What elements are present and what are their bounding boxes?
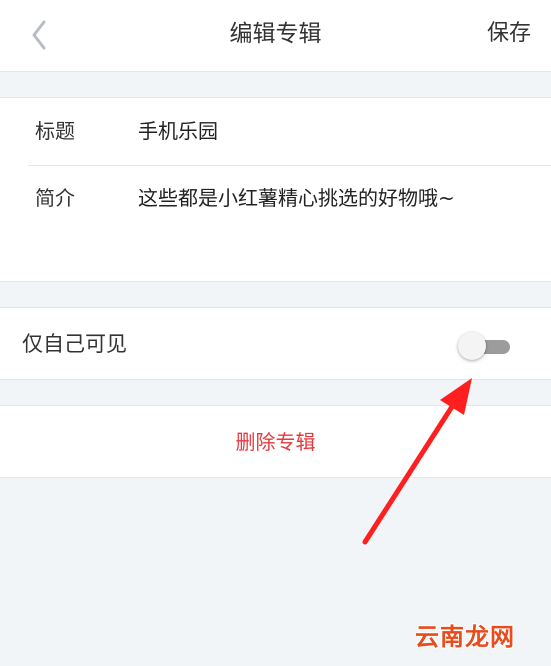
delete-row: 删除专辑 [0,405,551,478]
page-title: 编辑专辑 [229,21,322,47]
title-field[interactable]: 手机乐园 [138,117,531,145]
intro-field[interactable]: 这些都是小红薯精心挑选的好物哦~ [138,184,531,212]
toggle-knob [458,332,486,360]
watermark-logo: 云南龙网 [415,622,515,651]
top-navigation-bar: 编辑专辑 保存 [0,0,551,72]
privacy-row: 仅自己可见 [0,307,551,380]
intro-label: 简介 [35,186,75,210]
row-divider [28,165,551,166]
privacy-toggle[interactable] [458,332,512,360]
save-button[interactable]: 保存 [487,19,531,49]
album-info-card: 标题 手机乐园 简介 这些都是小红薯精心挑选的好物哦~ [0,97,551,282]
privacy-label: 仅自己可见 [22,332,127,356]
title-label: 标题 [35,119,75,143]
delete-album-button[interactable]: 删除专辑 [0,427,551,457]
